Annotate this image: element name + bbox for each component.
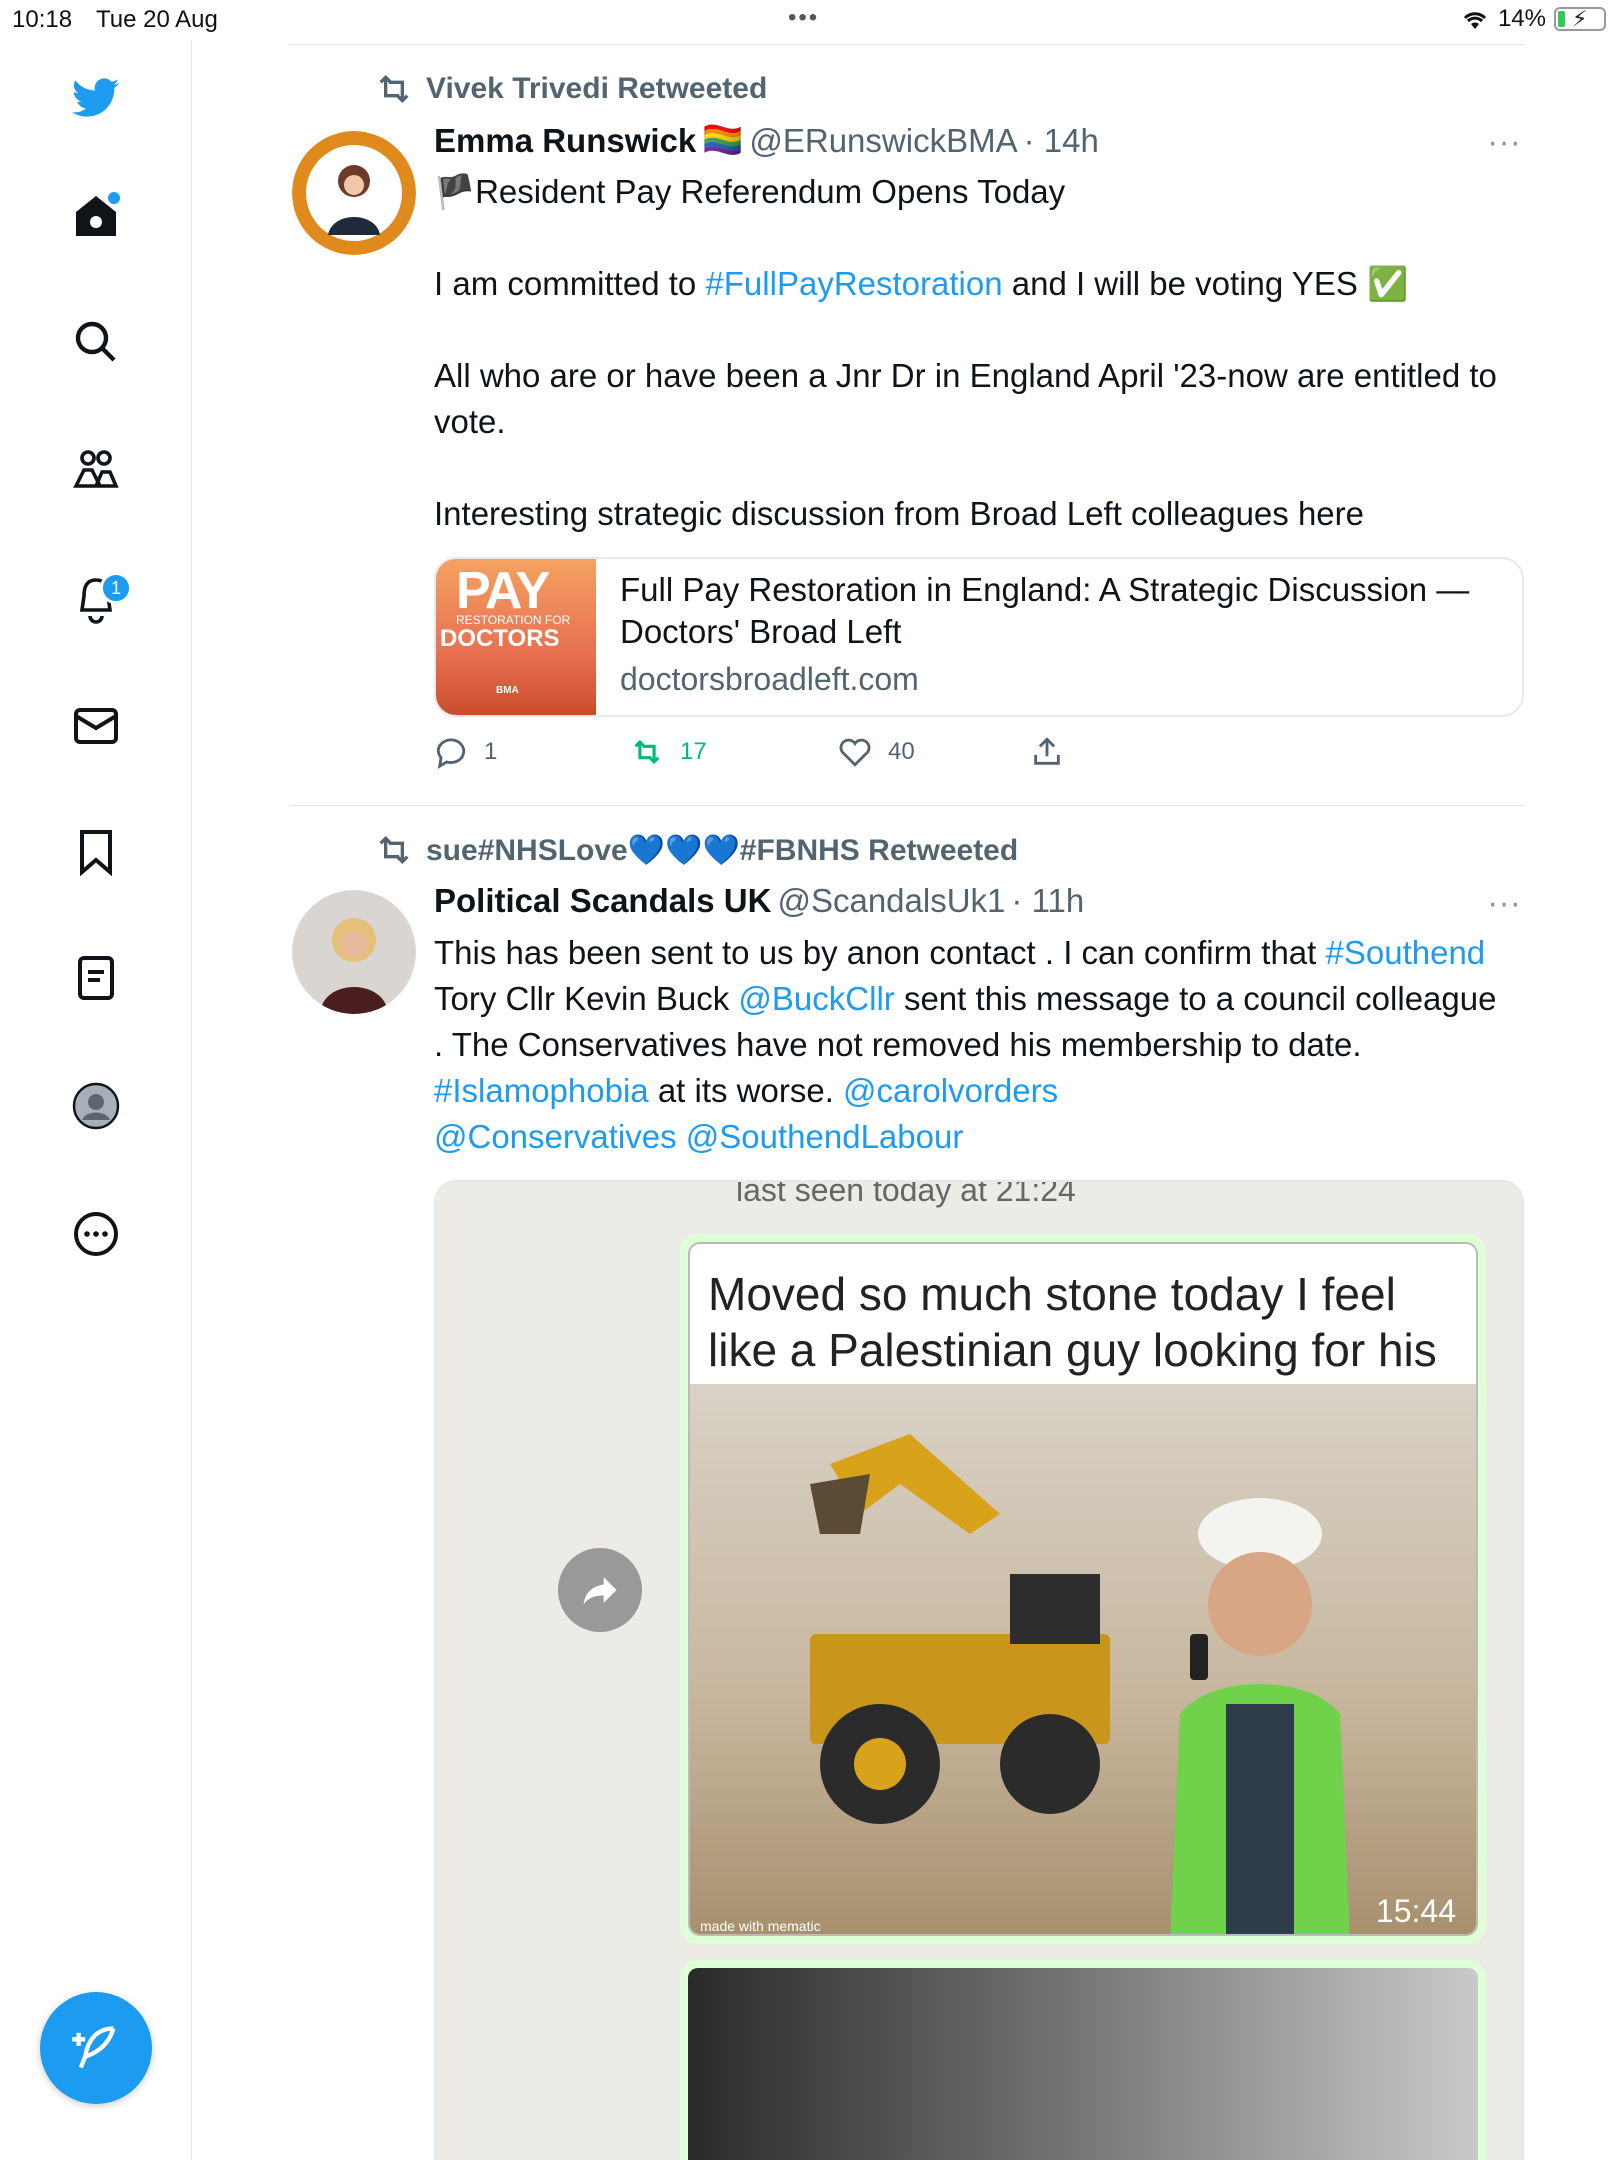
- tweet-text-segment: at its worse.: [648, 1072, 844, 1109]
- more-options-icon[interactable]: ···: [1484, 125, 1524, 159]
- link-preview-card[interactable]: PAY RESTORATION FOR DOCTORS BMA Full Pay…: [434, 557, 1524, 717]
- card-thumbnail: PAY RESTORATION FOR DOCTORS BMA: [436, 559, 596, 715]
- heart-icon: [839, 738, 871, 767]
- retweeted-by-line: sue#NHSLove💙💙💙#FBNHS Retweeted: [374, 830, 1018, 870]
- battery-icon: ⚡: [1554, 6, 1606, 31]
- mention-link[interactable]: @Conservatives: [434, 1118, 677, 1155]
- tweet-text-segment: and I will be voting YES ✅: [1002, 265, 1409, 302]
- status-bar: 10:18 Tue 20 Aug ••• 14% ⚡: [0, 0, 1620, 40]
- tweet[interactable]: Vivek Trivedi Retweeted Emma Runswick 🏳️…: [290, 45, 1524, 805]
- tweet[interactable]: sue#NHSLove💙💙💙#FBNHS Retweeted Political…: [290, 806, 1524, 2160]
- more-icon[interactable]: [66, 1204, 126, 1264]
- tweet-text-paragraph: Interesting strategic discussion from Br…: [434, 495, 1364, 532]
- reply-icon: [436, 738, 466, 769]
- mention-link[interactable]: @carolvorders: [843, 1072, 1058, 1109]
- mention-link[interactable]: @SouthendLabour: [686, 1118, 964, 1155]
- notifications-icon[interactable]: 1: [66, 570, 132, 630]
- home-new-dot: [108, 192, 120, 204]
- retweet-icon: [379, 835, 409, 865]
- pride-flag-emoji: 🏳️‍🌈: [702, 121, 744, 158]
- card-image-text: PAY: [456, 562, 550, 620]
- excavator-illustration: [810, 1434, 1110, 1824]
- messages-icon[interactable]: [66, 696, 126, 756]
- england-flag-emoji: 🏴: [434, 173, 476, 210]
- avatar[interactable]: [292, 131, 416, 255]
- reply-button[interactable]: 1: [434, 735, 497, 769]
- author-handle[interactable]: @ERunswickBMA: [749, 122, 1017, 160]
- forward-arrow-icon: [558, 1548, 642, 1632]
- retweeted-by-line: Vivek Trivedi Retweeted: [374, 69, 767, 109]
- share-button[interactable]: [1030, 735, 1064, 769]
- worker-illustration: [1170, 1498, 1350, 1934]
- tweet-time[interactable]: · 11h: [1011, 882, 1084, 920]
- hashtag-link[interactable]: #Southend: [1326, 934, 1486, 971]
- tweet-text-segment: I am committed to: [434, 265, 706, 302]
- tweet-text: 🏴Resident Pay Referendum Opens Today I a…: [434, 169, 1514, 537]
- tweet-text: This has been sent to us by anon contact…: [434, 930, 1514, 1160]
- search-icon[interactable]: [66, 312, 126, 372]
- profile-icon[interactable]: [66, 1076, 126, 1136]
- reply-count: 1: [484, 738, 498, 765]
- retweet-icon: [379, 74, 409, 104]
- avatar[interactable]: [292, 890, 416, 1014]
- watermark-text: made with mematic: [700, 1918, 821, 1934]
- retweet-count: 17: [680, 738, 707, 765]
- battery-percent: 14%: [1497, 5, 1546, 32]
- timeline: Vivek Trivedi Retweeted Emma Runswick 🏳️…: [290, 44, 1524, 2160]
- retweeted-by-text: Vivek Trivedi Retweeted: [426, 72, 768, 105]
- like-count: 40: [888, 738, 915, 765]
- author-handle[interactable]: @ScandalsUk1: [777, 882, 1005, 920]
- tweet-text-segment: This has been sent to us by anon contact…: [434, 934, 1326, 971]
- card-domain: doctorsbroadleft.com: [620, 661, 919, 697]
- twitter-logo-icon[interactable]: [66, 68, 126, 128]
- retweet-icon: [634, 739, 660, 765]
- meme-photo: 15:44 made with mematic: [690, 1384, 1476, 1934]
- tweet-time[interactable]: · 14h: [1024, 122, 1099, 160]
- bookmarks-icon[interactable]: [66, 822, 126, 882]
- card-title: Full Pay Restoration in England: A Strat…: [620, 571, 1470, 650]
- message-bubble: Moved so much stone today I feel like a …: [680, 1234, 1486, 1944]
- multitasking-dots-icon[interactable]: •••: [788, 4, 819, 32]
- status-time: 10:18: [12, 6, 73, 33]
- share-icon: [1034, 737, 1060, 765]
- author-name[interactable]: Emma Runswick: [434, 122, 696, 160]
- card-image-text: BMA: [496, 685, 519, 696]
- lists-icon[interactable]: [66, 948, 126, 1008]
- notification-badge: 1: [100, 572, 132, 604]
- tweet-media-image[interactable]: last seen today at 21:24 Moved so much s…: [434, 1180, 1524, 2160]
- second-meme-photo: [688, 1968, 1478, 2160]
- message-bubble: [680, 1960, 1486, 2160]
- author-name[interactable]: Political Scandals UK: [434, 882, 771, 920]
- more-options-icon[interactable]: ···: [1484, 886, 1524, 920]
- wifi-icon: [1463, 12, 1487, 29]
- media-top-text: last seen today at 21:24: [736, 1180, 1076, 1208]
- home-icon[interactable]: [66, 186, 126, 246]
- message-timestamp: 15:44: [1375, 1893, 1456, 1929]
- hashtag-link[interactable]: #FullPayRestoration: [705, 265, 1002, 302]
- retweet-button[interactable]: 17: [630, 735, 707, 769]
- compose-tweet-icon: [72, 2026, 116, 2069]
- communities-icon[interactable]: [66, 440, 126, 500]
- hashtag-link[interactable]: #Islamophobia: [434, 1072, 649, 1109]
- card-image-text: DOCTORS: [440, 625, 560, 652]
- compose-tweet-button[interactable]: [40, 1992, 152, 2104]
- mention-link[interactable]: @BuckCllr: [738, 980, 894, 1017]
- status-date: Tue 20 Aug: [96, 6, 218, 33]
- sidebar: 1: [0, 40, 192, 2160]
- tweet-text-paragraph: All who are or have been a Jnr Dr in Eng…: [434, 357, 1497, 440]
- tweet-text-line: Resident Pay Referendum Opens Today: [475, 173, 1066, 210]
- tweet-text-segment: Tory Cllr Kevin Buck: [434, 980, 739, 1017]
- like-button[interactable]: 40: [838, 735, 915, 769]
- retweeted-by-text: sue#NHSLove💙💙💙#FBNHS Retweeted: [426, 833, 1019, 867]
